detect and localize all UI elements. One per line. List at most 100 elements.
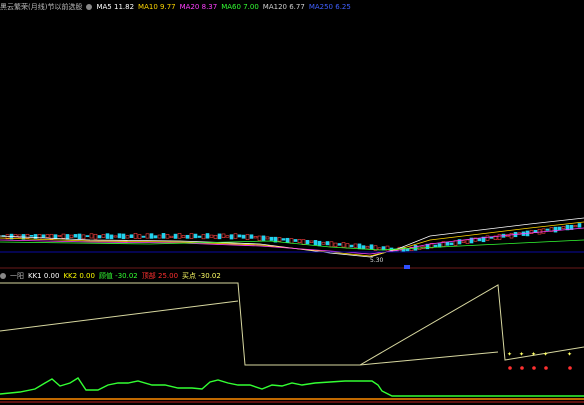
legend-label: 顶部: [141, 272, 156, 280]
candle: [297, 238, 302, 243]
candle: [81, 234, 86, 240]
candle: [189, 233, 194, 239]
legend-value: -30.02: [115, 272, 138, 280]
candle: [433, 244, 438, 248]
candle: [241, 234, 246, 239]
candle: [61, 233, 66, 239]
candle: [477, 238, 482, 242]
candle: [37, 234, 42, 240]
legend-value: 9.77: [160, 3, 176, 11]
settings-dot-icon[interactable]: [0, 273, 6, 279]
candle: [577, 223, 582, 228]
candle: [485, 235, 490, 241]
candle: [45, 234, 50, 238]
candle: [25, 233, 30, 239]
candle: [405, 248, 410, 252]
candle: [509, 233, 514, 239]
candle: [225, 235, 230, 238]
candle: [205, 233, 210, 239]
legend-label: MA5: [96, 3, 112, 11]
ma-line: [0, 221, 584, 257]
legend-value: 8.37: [201, 3, 218, 11]
legend-value: -30.02: [198, 272, 221, 280]
candle: [561, 226, 566, 229]
candle: [173, 233, 178, 239]
buy-signal-dot: [568, 366, 572, 370]
candle: [177, 233, 182, 239]
candle: [341, 242, 346, 248]
candle: [365, 245, 370, 249]
candle: [545, 228, 550, 231]
legend-label: MA120: [262, 3, 287, 11]
candle: [345, 243, 350, 249]
candle: [277, 237, 282, 242]
legend-item-KK1: KK1 0.00: [28, 272, 59, 280]
candle: [245, 234, 250, 240]
candle: [29, 234, 34, 237]
legend-label: 顾值: [98, 272, 113, 280]
candle: [137, 234, 142, 239]
candle: [385, 245, 390, 252]
candle: [237, 234, 242, 238]
candle: [109, 234, 114, 240]
candle: [349, 244, 354, 248]
indicator-pane: ✦ ✦ ✦ ✦ ✦: [0, 282, 584, 403]
candle: [69, 234, 74, 238]
candle: [369, 244, 374, 250]
candle: [557, 226, 562, 231]
legend-value: 6.25: [335, 3, 351, 11]
buy-signal-star-icon: ✦: [531, 351, 536, 358]
legend-label: MA250: [308, 3, 334, 11]
yellow-channel-diagonal: [0, 300, 239, 332]
candle: [229, 234, 234, 240]
candle: [357, 243, 362, 250]
settings-dot-icon[interactable]: [86, 4, 93, 10]
candle: [129, 234, 134, 239]
buy-signal-star-icon: ✦: [519, 351, 524, 358]
candle: [213, 234, 218, 239]
candle: [133, 233, 138, 239]
indicator-title: 一阳: [10, 272, 24, 280]
candle: [281, 238, 286, 241]
candle: [377, 247, 382, 250]
candle: [165, 234, 170, 239]
candle: [157, 234, 162, 239]
candle: [337, 243, 342, 246]
legend-value: 0.00: [43, 272, 60, 280]
candle: [161, 233, 166, 239]
candle: [449, 242, 454, 246]
legend-label: KK1: [28, 272, 42, 280]
legend-value: 11.82: [114, 3, 135, 11]
candle: [265, 236, 270, 240]
candle: [261, 235, 266, 241]
chart-canvas: 5.30 ✦ ✦ ✦ ✦ ✦: [0, 217, 584, 403]
buy-signal-dot: [544, 366, 548, 370]
moving-average-lines: [0, 217, 584, 258]
candle: [185, 234, 190, 239]
candle: [353, 243, 358, 248]
legend-label: MA10: [138, 3, 158, 11]
legend-label: MA60: [221, 3, 241, 11]
buy-signal-star-icon: ✦: [543, 351, 548, 358]
buy-signal-star-icon: ✦: [507, 351, 512, 358]
legend-item-顾值: 顾值 -30.02: [99, 271, 138, 281]
candle: [333, 242, 338, 247]
candle: [153, 235, 158, 239]
candle: [121, 233, 126, 240]
buy-signal-dot: [508, 366, 512, 370]
candle: [249, 234, 254, 239]
legend-item-买点: 买点 -30.02: [182, 271, 221, 281]
candle: [573, 225, 578, 228]
candle: [309, 240, 314, 243]
green-oscillator: [0, 377, 584, 397]
buy-signal-dot: [532, 366, 536, 370]
legend-label: 买点: [182, 272, 197, 280]
legend-item-MA5: MA5 11.82: [96, 3, 134, 11]
legend-label: MA20: [179, 3, 200, 11]
candle: [317, 240, 322, 247]
scroll-marker-icon[interactable]: [404, 265, 410, 269]
legend-item-MA250: MA250 6.25: [309, 3, 351, 11]
candle: [465, 239, 470, 244]
legend-item-KK2: KK2 0.00: [63, 272, 94, 280]
candle: [181, 235, 186, 239]
